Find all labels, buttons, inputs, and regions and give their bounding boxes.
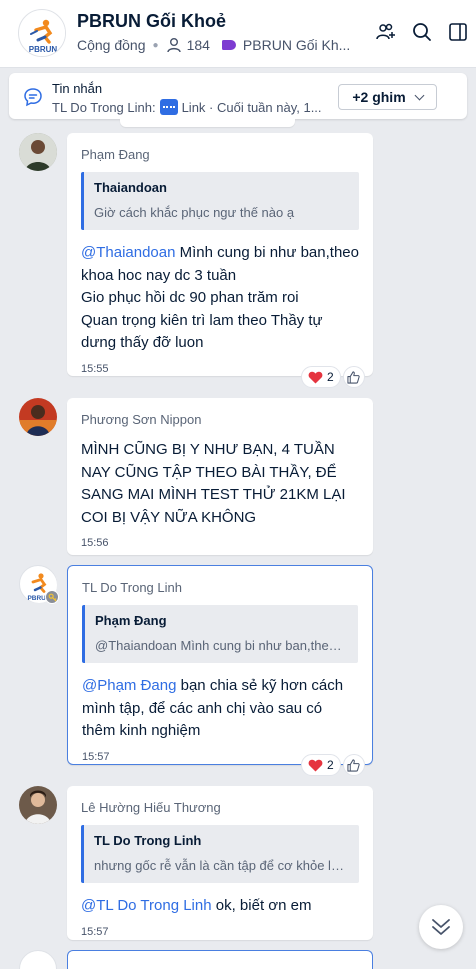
- separator-dot: ●: [152, 39, 159, 51]
- message-bubble-icon: [24, 88, 42, 107]
- previous-message-edge: [120, 119, 295, 127]
- message-text: @Phạm Đang bạn chia sẻ kỹ hơn cách mình …: [82, 675, 358, 743]
- mention-link[interactable]: @TL Do Trong Linh: [81, 897, 212, 914]
- quoted-message[interactable]: Phạm Đang @Thaiandoan Mình cung bi như b…: [82, 605, 358, 663]
- message-text: @Thaiandoan Mình cung bi như ban,theo kh…: [81, 242, 359, 355]
- quoted-message[interactable]: Thaiandoan Giờ cách khắc phục ngư thế nà…: [81, 172, 359, 230]
- mention-link[interactable]: @Phạm Đang: [82, 677, 176, 694]
- avatar[interactable]: [19, 398, 57, 436]
- avatar[interactable]: [19, 133, 57, 171]
- pinned-preview: TL Do Trong Linh: Link · Cuối tuần này, …: [52, 99, 322, 115]
- add-member-button[interactable]: [368, 18, 404, 46]
- chevron-down-icon: [414, 90, 425, 100]
- message-bubble[interactable]: Phương Sơn Nippon MÌNH CŨNG BỊ Y NHƯ BẠN…: [67, 398, 373, 555]
- sender-name[interactable]: TL Do Trong Linh: [82, 580, 358, 595]
- avatar[interactable]: [19, 786, 57, 824]
- quote-text: @Thaiandoan Mình cung bi như ban,theo k.…: [95, 638, 348, 653]
- more-pins-label: +2 ghim: [352, 89, 406, 105]
- quoted-message[interactable]: TL Do Trong Linh nhưng gốc rễ vẫn là cần…: [81, 825, 359, 883]
- reactions: 2: [301, 366, 365, 388]
- reaction-count: 2: [327, 758, 334, 772]
- like-button[interactable]: [342, 366, 365, 388]
- add-member-icon: [376, 23, 395, 40]
- thumbs-up-icon: [347, 370, 360, 384]
- community-label: Cộng đồng: [77, 37, 146, 53]
- key-badge: [45, 590, 59, 604]
- message-text: @TL Do Trong Linh ok, biết ơn em: [81, 895, 359, 918]
- quote-text: Giờ cách khắc phục ngư thế nào ạ: [94, 205, 295, 220]
- search-button[interactable]: [404, 18, 440, 46]
- group-name: PBRUN Gối Khoẻ: [77, 11, 227, 31]
- sender-name[interactable]: Phạm Đang: [81, 147, 359, 162]
- chat-header: PBRUN PBRUN Gối Khoẻ Cộng đồng ● 184 PBR…: [0, 0, 476, 68]
- quote-author: Phạm Đang: [95, 613, 167, 628]
- pinned-title: Tin nhắn: [52, 81, 103, 96]
- quote-text: nhưng gốc rễ vẫn là cần tập để cơ khỏe l…: [94, 858, 349, 873]
- avatar[interactable]: [19, 950, 57, 969]
- member-count[interactable]: 184: [187, 37, 210, 53]
- sender-name[interactable]: Phương Sơn Nippon: [81, 412, 359, 427]
- message-time: 15:57: [81, 925, 109, 938]
- sidebar-toggle-button[interactable]: [440, 18, 476, 46]
- thumbs-up-icon: [347, 758, 360, 772]
- reaction-summary[interactable]: 2: [301, 366, 341, 388]
- scroll-to-bottom-button[interactable]: [419, 905, 463, 949]
- quote-author: TL Do Trong Linh: [94, 833, 202, 848]
- key-icon: [48, 593, 57, 602]
- heart-icon: [308, 371, 323, 384]
- more-pins-button[interactable]: +2 ghim: [338, 84, 437, 110]
- quote-author: Thaiandoan: [94, 180, 167, 195]
- link-icon: [159, 99, 178, 115]
- message-body: ok, biết ơn em: [211, 897, 312, 914]
- member-icon[interactable]: [166, 37, 182, 53]
- avatar[interactable]: PBRUN: [19, 565, 59, 604]
- pinned-preview-text: Link · Cuối tuần này, 1...: [181, 99, 322, 115]
- search-icon: [413, 23, 431, 41]
- like-button[interactable]: [342, 754, 365, 776]
- group-avatar-text: PBRUN: [29, 45, 58, 54]
- tag-icon: [221, 40, 236, 50]
- sender-name[interactable]: Lê Hường Hiếu Thương: [81, 800, 359, 815]
- reaction-summary[interactable]: 2: [301, 754, 341, 776]
- heart-icon: [308, 759, 323, 772]
- group-meta: Cộng đồng ● 184 PBRUN Gối Kh...: [77, 37, 350, 53]
- reactions: 2: [301, 754, 365, 776]
- message-bubble[interactable]: [67, 950, 373, 969]
- message-bubble[interactable]: Lê Hường Hiếu Thương TL Do Trong Linh nh…: [67, 786, 373, 940]
- message-bubble[interactable]: Phạm Đang Thaiandoan Giờ cách khắc phục …: [67, 133, 373, 376]
- message-bubble[interactable]: TL Do Trong Linh Phạm Đang @Thaiandoan M…: [67, 565, 373, 765]
- pinned-sender: TL Do Trong Linh:: [52, 99, 156, 115]
- double-chevron-down-icon: [432, 919, 450, 935]
- mention-link[interactable]: @Thaiandoan: [81, 244, 175, 261]
- reaction-count: 2: [327, 370, 334, 384]
- message-time: 15:56: [81, 537, 109, 549]
- pinned-message-bar[interactable]: Tin nhắn TL Do Trong Linh: Link · Cuối t…: [9, 73, 467, 119]
- message-text: MÌNH CŨNG BỊ Y NHƯ BẠN, 4 TUẦN NAY CŨNG …: [81, 441, 346, 526]
- group-avatar[interactable]: PBRUN: [18, 9, 66, 57]
- group-tag-label[interactable]: PBRUN Gối Kh...: [243, 37, 350, 53]
- sidebar-panel-icon: [449, 23, 467, 41]
